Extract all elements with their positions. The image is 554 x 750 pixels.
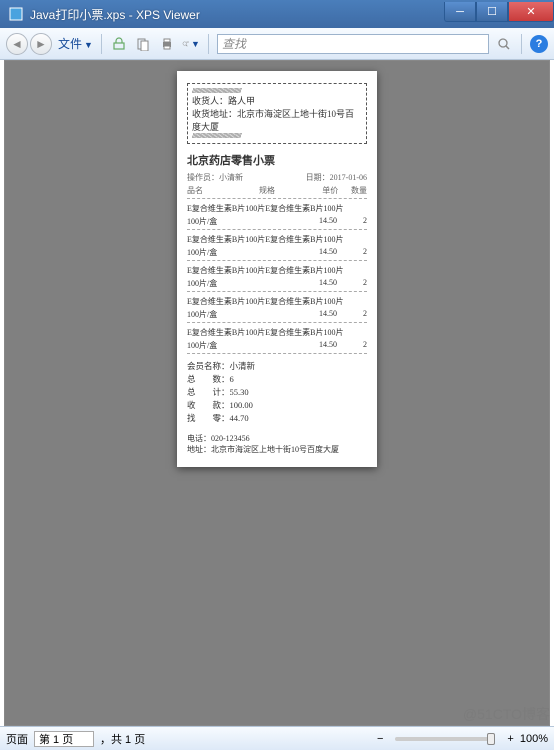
page-total: ，共 1 页 bbox=[100, 731, 145, 747]
file-menu[interactable]: 文件▼ bbox=[58, 35, 93, 52]
slider-thumb[interactable] bbox=[487, 733, 495, 745]
receipt-title: 北京药店零售小票 bbox=[187, 152, 367, 168]
close-button[interactable]: ✕ bbox=[508, 2, 554, 22]
zoom-out-icon[interactable]: − bbox=[377, 733, 383, 745]
search-button[interactable] bbox=[495, 35, 513, 53]
permissions-icon[interactable] bbox=[110, 35, 128, 53]
chevron-down-icon: ▼ bbox=[84, 40, 93, 50]
nav-forward-button[interactable]: ► bbox=[30, 33, 52, 55]
recipient-box: ////////////////////////////////////////… bbox=[187, 83, 367, 144]
search-input[interactable]: 查找 bbox=[217, 34, 489, 54]
zoom-icon[interactable]: 100▼ bbox=[182, 35, 200, 53]
help-button[interactable]: ? bbox=[530, 35, 548, 53]
separator bbox=[208, 34, 209, 54]
zoom-value: 100% bbox=[520, 733, 548, 745]
print-icon[interactable] bbox=[158, 35, 176, 53]
footer: 电话：020-123456 地址：北京市海淀区上地十街10号百度大厦 bbox=[187, 433, 367, 455]
line-item: E复合维生素B片100片E复合维生素B片100片100片/盒14.502 bbox=[187, 234, 367, 261]
titlebar: Java打印小票.xps - XPS Viewer ─ ☐ ✕ bbox=[0, 0, 554, 28]
separator bbox=[521, 34, 522, 54]
line-item: E复合维生素B片100片E复合维生素B片100片100片/盒14.502 bbox=[187, 265, 367, 292]
window-buttons: ─ ☐ ✕ bbox=[444, 6, 554, 22]
window-title: Java打印小票.xps - XPS Viewer bbox=[30, 6, 444, 23]
zoom-slider[interactable] bbox=[395, 737, 495, 741]
summary: 会员名称：小清新 总 数：6 总 计：55.30 收 款：100.00 找 零：… bbox=[187, 360, 367, 425]
signatures-icon[interactable] bbox=[134, 35, 152, 53]
column-headers: 品名规格单价数量 bbox=[187, 185, 367, 199]
minimize-button[interactable]: ─ bbox=[444, 2, 476, 22]
watermark: @51CTO博客 bbox=[463, 704, 550, 724]
svg-text:100: 100 bbox=[186, 42, 189, 44]
maximize-button[interactable]: ☐ bbox=[476, 2, 508, 22]
app-icon bbox=[8, 6, 24, 22]
page-input[interactable]: 第 1 页 bbox=[34, 731, 94, 747]
line-item: E复合维生素B片100片E复合维生素B片100片100片/盒14.502 bbox=[187, 327, 367, 354]
toolbar: ◄ ► 文件▼ 100▼ 查找 ? bbox=[0, 28, 554, 60]
document-viewport[interactable]: ////////////////////////////////////////… bbox=[4, 60, 550, 726]
receipt-page: ////////////////////////////////////////… bbox=[177, 71, 377, 467]
line-item: E复合维生素B片100片E复合维生素B片100片100片/盒14.502 bbox=[187, 296, 367, 323]
line-item: E复合维生素B片100片E复合维生素B片100片100片/盒14.502 bbox=[187, 203, 367, 230]
zoom-in-icon[interactable]: + bbox=[507, 733, 513, 745]
statusbar: 页面 第 1 页 ，共 1 页 − + 100% bbox=[0, 726, 554, 750]
chevron-down-icon: ▼ bbox=[191, 39, 200, 49]
page-label: 页面 bbox=[6, 731, 28, 747]
separator bbox=[101, 34, 102, 54]
nav-back-button[interactable]: ◄ bbox=[6, 33, 28, 55]
